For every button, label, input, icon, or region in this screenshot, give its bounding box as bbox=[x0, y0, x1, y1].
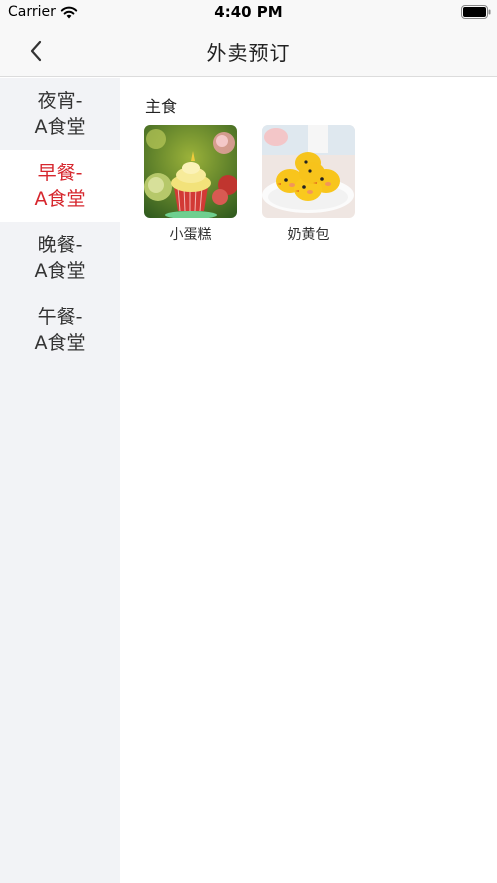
clock: 4:40 PM bbox=[214, 3, 283, 21]
sidebar-item-label: 夜宵- bbox=[37, 90, 83, 112]
custard-bun-image bbox=[262, 125, 355, 218]
sidebar-item-sublabel: A食堂 bbox=[34, 332, 86, 354]
sidebar-item-sublabel: A食堂 bbox=[34, 116, 86, 138]
sidebar-item-label: 早餐- bbox=[37, 162, 83, 184]
product-item-cupcake[interactable]: 小蛋糕 bbox=[144, 125, 237, 244]
sidebar-item-night-snack[interactable]: 夜宵- A食堂 bbox=[0, 78, 120, 150]
sidebar-item-label: 晚餐- bbox=[37, 234, 83, 256]
battery-icon bbox=[461, 5, 491, 19]
product-name: 奶黄包 bbox=[287, 227, 330, 243]
sidebar-item-sublabel: A食堂 bbox=[34, 188, 86, 210]
category-sidebar: 夜宵- A食堂 早餐- A食堂 晚餐- A食堂 午餐- A食堂 bbox=[0, 78, 120, 883]
sidebar-item-sublabel: A食堂 bbox=[34, 260, 86, 282]
section-title: 主食 bbox=[145, 97, 178, 116]
sidebar-item-lunch[interactable]: 午餐- A食堂 bbox=[0, 294, 120, 366]
sidebar-item-dinner[interactable]: 晚餐- A食堂 bbox=[0, 222, 120, 294]
product-area: 主食 小蛋糕 奶黄包 bbox=[120, 78, 497, 883]
status-bar: Carrier 4:40 PM bbox=[0, 0, 497, 26]
product-name: 小蛋糕 bbox=[169, 227, 212, 243]
navigation-bar: 外卖预订 bbox=[0, 26, 497, 77]
page-title: 外卖预订 bbox=[206, 41, 291, 65]
sidebar-item-breakfast[interactable]: 早餐- A食堂 bbox=[0, 150, 120, 222]
cupcake-image bbox=[144, 125, 237, 218]
sidebar-item-label: 午餐- bbox=[37, 306, 83, 328]
product-item-custard-bun[interactable]: 奶黄包 bbox=[262, 125, 355, 244]
